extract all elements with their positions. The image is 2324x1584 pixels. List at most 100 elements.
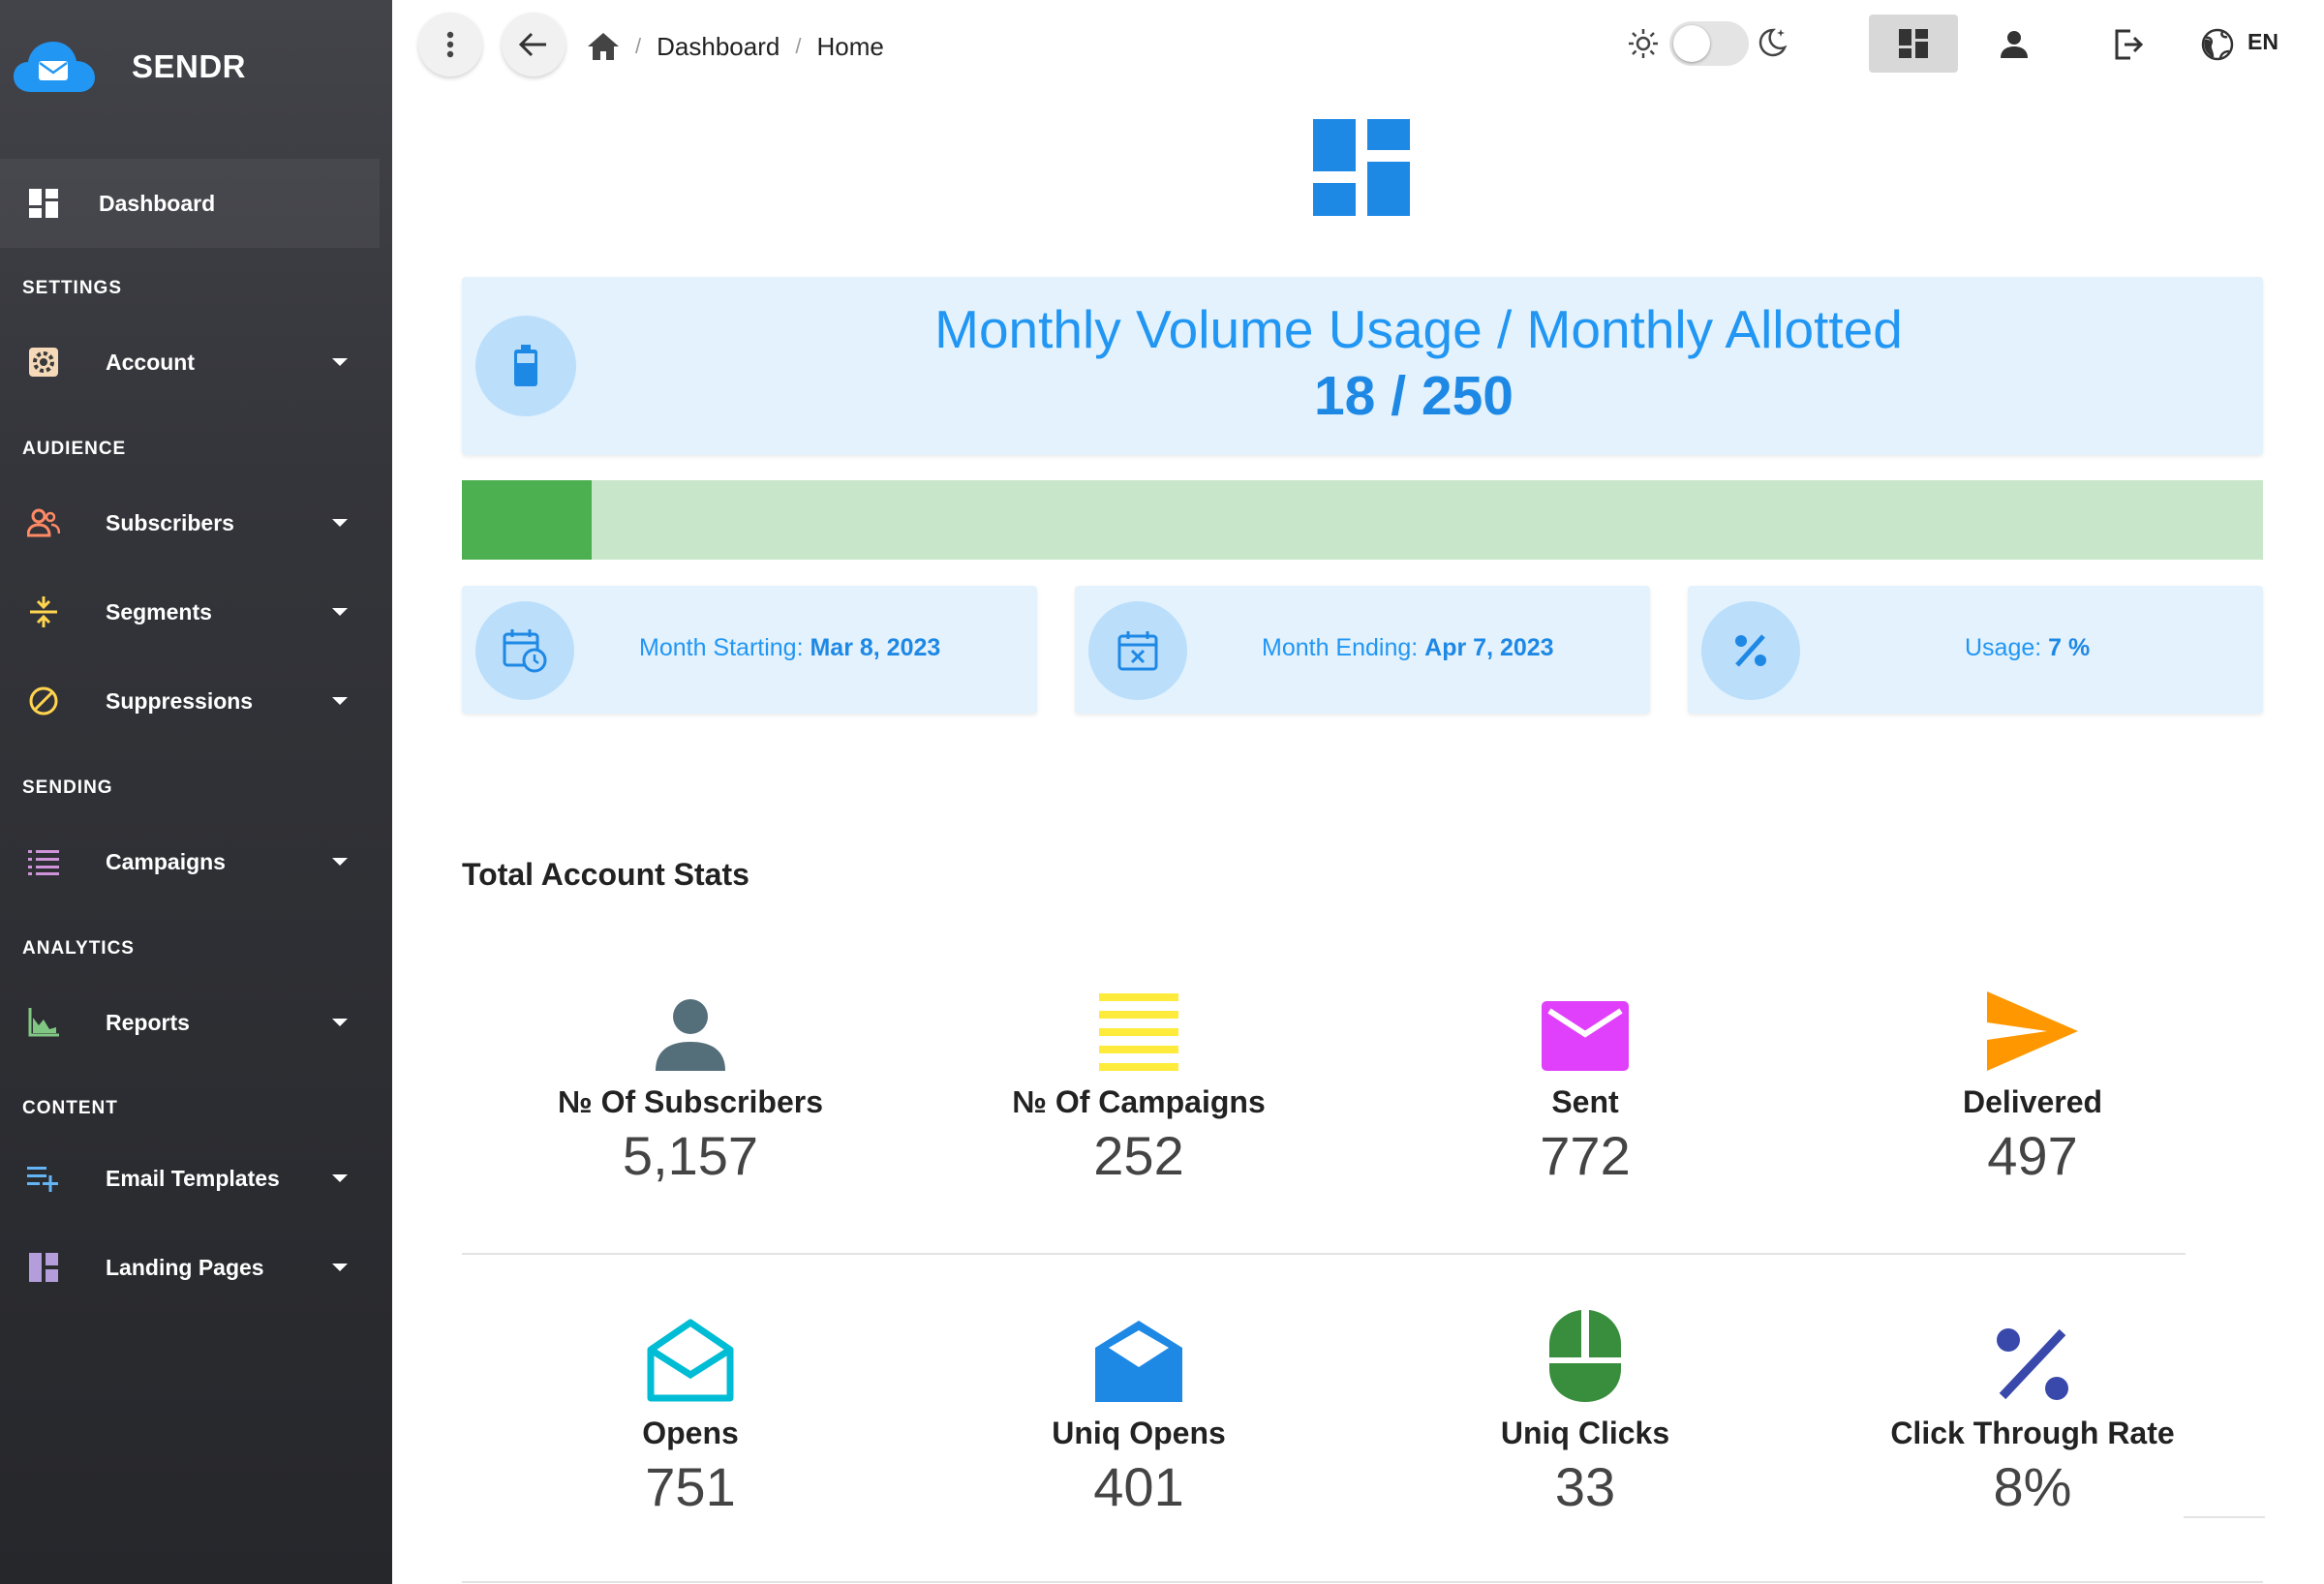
sidebar-item-label: Subscribers bbox=[106, 509, 234, 535]
month-end-text: Month Ending: Apr 7, 2023 bbox=[1262, 634, 1554, 662]
playlist-add-icon bbox=[23, 1158, 64, 1199]
month-start-text: Month Starting: Mar 8, 2023 bbox=[639, 634, 940, 662]
month-end-card: Month Ending: Apr 7, 2023 bbox=[1075, 586, 1650, 714]
stat-campaigns: № Of Campaigns 252 bbox=[935, 978, 1342, 1187]
language-selector[interactable]: EN bbox=[2248, 29, 2278, 55]
month-end-value: Apr 7, 2023 bbox=[1424, 634, 1554, 661]
cloud-mail-logo-icon bbox=[14, 42, 95, 92]
stat-label: Uniq Opens bbox=[1052, 1416, 1226, 1450]
chart-icon bbox=[23, 1002, 64, 1043]
stat-label: № Of Subscribers bbox=[558, 1084, 823, 1119]
usage-card bbox=[462, 277, 2263, 455]
stat-value: 497 bbox=[1987, 1125, 2078, 1186]
arrow-back-icon bbox=[519, 32, 546, 57]
usage-percent-card: Usage: 7 % bbox=[1688, 586, 2263, 714]
gear-icon bbox=[23, 342, 64, 382]
chevron-down-icon[interactable] bbox=[332, 519, 348, 527]
stat-ctr: Click Through Rate 8% bbox=[1829, 1309, 2236, 1518]
sidebar-item-email-templates[interactable]: Email Templates bbox=[0, 1140, 392, 1217]
sidebar-item-label: Reports bbox=[106, 1009, 190, 1035]
back-button[interactable] bbox=[502, 13, 566, 76]
segments-icon bbox=[23, 592, 64, 632]
more-vert-icon bbox=[446, 31, 454, 58]
breadcrumb-dashboard[interactable]: Dashboard bbox=[657, 32, 780, 62]
stat-value: 8% bbox=[1993, 1456, 2072, 1517]
globe-icon[interactable] bbox=[2200, 27, 2235, 62]
sidebar-item-label: Landing Pages bbox=[106, 1254, 264, 1280]
percent-icon bbox=[1701, 601, 1800, 700]
chevron-down-icon[interactable] bbox=[332, 1264, 348, 1271]
stat-value: 33 bbox=[1554, 1456, 1616, 1517]
chevron-down-icon[interactable] bbox=[332, 358, 348, 366]
sidebar-item-label: Segments bbox=[106, 598, 212, 624]
usage-percent-label: Usage: bbox=[1965, 634, 2042, 661]
stat-uniq-opens: Uniq Opens 401 bbox=[935, 1309, 1342, 1518]
logout-icon[interactable] bbox=[2111, 27, 2146, 62]
stat-delivered: Delivered 497 bbox=[1829, 978, 2236, 1187]
account-icon[interactable] bbox=[1997, 27, 2032, 62]
home-icon[interactable] bbox=[587, 32, 620, 61]
sidebar-item-account[interactable]: Account bbox=[0, 323, 392, 401]
sidebar-item-dashboard[interactable]: Dashboard bbox=[0, 159, 380, 248]
stat-sent: Sent 772 bbox=[1382, 978, 1789, 1187]
dashboard-icon bbox=[1313, 119, 1410, 216]
sidebar: SENDR Dashboard SETTINGS Account AUDIENC… bbox=[0, 0, 392, 1584]
stat-label: Click Through Rate bbox=[1890, 1416, 2175, 1450]
stat-label: № Of Campaigns bbox=[1012, 1084, 1266, 1119]
chevron-down-icon[interactable] bbox=[332, 858, 348, 866]
month-start-label: Month Starting: bbox=[639, 634, 804, 661]
stats-divider bbox=[2184, 1516, 2265, 1518]
send-icon bbox=[1829, 978, 2236, 1071]
theme-toggle[interactable] bbox=[1669, 21, 1749, 66]
usage-progress-fill bbox=[462, 480, 592, 560]
stats-heading: Total Account Stats bbox=[462, 857, 749, 892]
layout-icon bbox=[23, 1247, 64, 1288]
month-start-card: Month Starting: Mar 8, 2023 bbox=[462, 586, 1037, 714]
section-sending: SENDING bbox=[22, 777, 113, 798]
usage-percent-value: 7 % bbox=[2048, 634, 2091, 661]
dashboard-view-button[interactable] bbox=[1869, 15, 1958, 73]
more-menu-button[interactable] bbox=[418, 13, 482, 76]
sidebar-item-campaigns[interactable]: Campaigns bbox=[0, 823, 392, 900]
sidebar-item-subscribers[interactable]: Subscribers bbox=[0, 484, 392, 562]
sidebar-item-label: Account bbox=[106, 349, 195, 375]
sidebar-item-landing-pages[interactable]: Landing Pages bbox=[0, 1229, 392, 1306]
usage-progress-bar bbox=[462, 480, 2263, 560]
sidebar-item-suppressions[interactable]: Suppressions bbox=[0, 662, 392, 740]
stat-label: Sent bbox=[1551, 1084, 1619, 1119]
sidebar-item-segments[interactable]: Segments bbox=[0, 573, 392, 651]
section-settings: SETTINGS bbox=[22, 278, 123, 298]
stat-subscribers: № Of Subscribers 5,157 bbox=[487, 978, 894, 1187]
sidebar-item-reports[interactable]: Reports bbox=[0, 984, 392, 1061]
chevron-down-icon[interactable] bbox=[332, 1019, 348, 1026]
chevron-down-icon[interactable] bbox=[332, 1174, 348, 1182]
sidebar-item-label: Suppressions bbox=[106, 687, 254, 714]
usage-percent-text: Usage: 7 % bbox=[1965, 634, 2090, 662]
list-icon bbox=[23, 841, 64, 882]
chevron-down-icon[interactable] bbox=[332, 608, 348, 616]
sidebar-item-label: Dashboard bbox=[99, 190, 216, 216]
sidebar-item-label: Campaigns bbox=[106, 848, 226, 874]
stat-value: 5,157 bbox=[622, 1125, 759, 1186]
battery-icon bbox=[475, 316, 576, 416]
section-content: CONTENT bbox=[22, 1098, 118, 1118]
stat-uniq-clicks: Uniq Clicks 33 bbox=[1382, 1309, 1789, 1518]
stat-label: Uniq Clicks bbox=[1500, 1416, 1670, 1450]
brand-name: SENDR bbox=[132, 48, 247, 84]
mouse-icon bbox=[1382, 1309, 1789, 1402]
calendar-x-icon bbox=[1088, 601, 1187, 700]
section-analytics: ANALYTICS bbox=[22, 938, 135, 959]
stat-label: Delivered bbox=[1962, 1084, 2103, 1119]
chevron-down-icon[interactable] bbox=[332, 697, 348, 705]
dashboard-icon bbox=[23, 183, 64, 224]
brand[interactable]: SENDR bbox=[14, 33, 246, 101]
people-icon bbox=[23, 503, 64, 543]
stats-divider bbox=[462, 1253, 2186, 1255]
lines-icon bbox=[935, 978, 1342, 1071]
breadcrumb-home[interactable]: Home bbox=[816, 32, 883, 62]
stat-value: 772 bbox=[1540, 1125, 1631, 1186]
breadcrumb: / Dashboard / Home bbox=[587, 27, 884, 66]
breadcrumb-separator: / bbox=[795, 34, 802, 58]
person-icon bbox=[487, 978, 894, 1071]
open-mail-filled-icon bbox=[935, 1309, 1342, 1402]
